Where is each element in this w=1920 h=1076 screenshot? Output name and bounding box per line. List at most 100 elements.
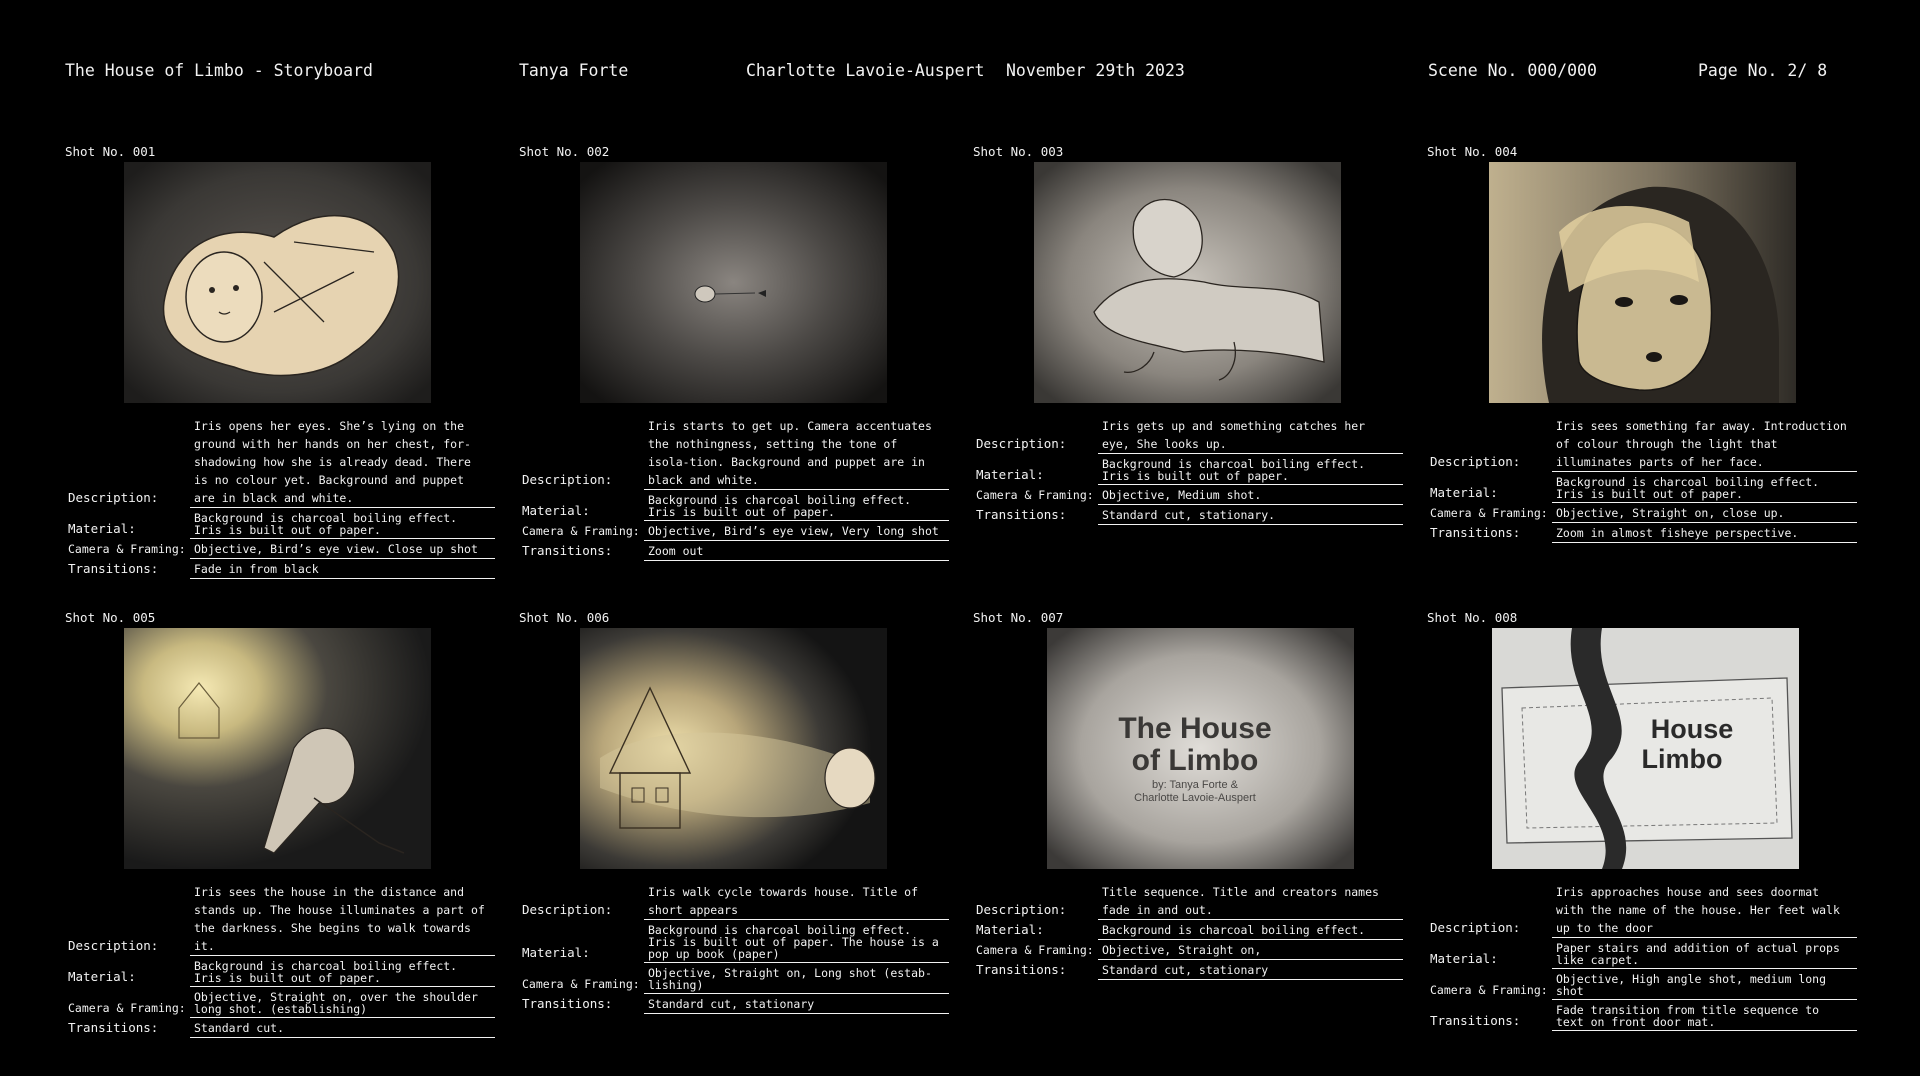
transitions-label: Transitions: xyxy=(976,507,1067,522)
material-value: Background is charcoal boiling effect. I… xyxy=(1552,474,1857,503)
credit-line-1: by: Tanya Forte & xyxy=(1152,779,1239,791)
camera-label: Camera & Framing: xyxy=(1430,983,1548,997)
camera-value: Objective, Straight on, over the shoulde… xyxy=(190,989,495,1018)
shot-image: House Limbo xyxy=(1492,628,1799,869)
walk-to-house-illustration xyxy=(580,628,887,869)
author-2: Charlotte Lavoie-Auspert xyxy=(746,61,985,80)
title-card-illustration: The House of Limbo by: Tanya Forte & Cha… xyxy=(1047,628,1354,869)
material-value: Background is charcoal boiling effect. I… xyxy=(190,958,495,987)
shot-fields: Description: Title sequence. Title and cr… xyxy=(973,883,1403,982)
transitions-value: Standard cut, stationary xyxy=(644,996,949,1014)
material-label: Material: xyxy=(1430,485,1498,500)
transitions-label: Transitions: xyxy=(1430,525,1521,540)
storyboard-title: The House of Limbo - Storyboard xyxy=(65,61,373,80)
shot-image xyxy=(124,628,431,869)
transitions-label: Transitions: xyxy=(68,1020,159,1035)
shot-label: Shot No. 005 xyxy=(65,610,156,625)
shot-fields: Description: Iris gets up and something c… xyxy=(973,417,1403,527)
description-value: Iris sees something far away. Introducti… xyxy=(1552,417,1857,472)
charcoal-void-illustration xyxy=(580,162,887,403)
camera-value: Objective, Bird’s eye view. Close up sho… xyxy=(190,541,495,559)
shot-label: Shot No. 002 xyxy=(519,144,610,159)
shot-fields: Description: Iris sees something far away… xyxy=(1427,417,1857,545)
material-label: Material: xyxy=(522,945,590,960)
description-label: Description: xyxy=(522,902,613,917)
shot-label: Shot No. 007 xyxy=(973,610,1064,625)
transitions-value: Standard cut, stationary. xyxy=(1098,507,1403,525)
shot-fields: Description: Iris walk cycle towards hous… xyxy=(519,883,949,1016)
description-label: Description: xyxy=(68,490,159,505)
shot-fields: Description: Iris opens her eyes. She’s l… xyxy=(65,417,495,581)
scene-number: Scene No. 000/000 xyxy=(1428,61,1597,80)
description-label: Description: xyxy=(522,472,613,487)
description-value: Iris sees the house in the distance and … xyxy=(190,883,495,956)
transitions-value: Fade transition from title sequence to t… xyxy=(1552,1002,1857,1031)
transitions-value: Standard cut. xyxy=(190,1020,495,1038)
camera-label: Camera & Framing: xyxy=(522,977,640,991)
shot-image xyxy=(580,162,887,403)
transitions-value: Fade in from black xyxy=(190,561,495,579)
shot-fields: Description: Iris sees the house in the d… xyxy=(65,883,495,1040)
description-label: Description: xyxy=(1430,454,1521,469)
shot-label: Shot No. 003 xyxy=(973,144,1064,159)
shot-label: Shot No. 004 xyxy=(1427,144,1518,159)
transitions-value: Standard cut, stationary xyxy=(1098,962,1403,980)
author-1: Tanya Forte xyxy=(519,61,629,80)
description-value: Title sequence. Title and creators names… xyxy=(1098,883,1403,920)
transitions-label: Transitions: xyxy=(976,962,1067,977)
shot-label: Shot No. 006 xyxy=(519,610,610,625)
description-label: Description: xyxy=(68,938,159,953)
material-label: Material: xyxy=(68,521,136,536)
iris-lying-illustration xyxy=(124,162,431,403)
shot-image xyxy=(1034,162,1341,403)
shot-panel: Shot No. 001 Description: Iris opens her … xyxy=(65,144,495,604)
description-label: Description: xyxy=(976,902,1067,917)
transitions-label: Transitions: xyxy=(522,996,613,1011)
camera-label: Camera & Framing: xyxy=(976,943,1094,957)
camera-label: Camera & Framing: xyxy=(522,524,640,538)
shot-image xyxy=(1489,162,1796,403)
transitions-label: Transitions: xyxy=(68,561,159,576)
doormat-text-line-2: Limbo xyxy=(1642,744,1723,774)
shot-fields: Description: Iris approaches house and se… xyxy=(1427,883,1857,1033)
doormat-text-line-1: House xyxy=(1651,714,1734,744)
camera-label: Camera & Framing: xyxy=(68,542,186,556)
material-label: Material: xyxy=(522,503,590,518)
transitions-label: Transitions: xyxy=(1430,1013,1521,1028)
iris-face-closeup-illustration xyxy=(1489,162,1796,403)
shot-panel: Shot No. 008 House Limbo Description: Iri… xyxy=(1427,610,1857,1070)
transitions-value: Zoom in almost fisheye perspective. xyxy=(1552,525,1857,543)
title-line-1: The House xyxy=(1118,712,1271,745)
house-in-distance-illustration xyxy=(124,628,431,869)
material-value: Background is charcoal boiling effect. I… xyxy=(1098,456,1403,485)
shot-panel: Shot No. 005 Description: Iris sees the h… xyxy=(65,610,495,1070)
shot-panel: Shot No. 007 The House of Limbo by: Tany… xyxy=(973,610,1403,1070)
description-label: Description: xyxy=(976,436,1067,451)
doormat-illustration: House Limbo xyxy=(1492,628,1799,869)
shot-fields: Description: Iris starts to get up. Camer… xyxy=(519,417,949,563)
shot-panel: Shot No. 002 Description: Iris starts to … xyxy=(519,144,949,604)
camera-value: Objective, Straight on, close up. xyxy=(1552,505,1857,523)
camera-value: Objective, High angle shot, medium long … xyxy=(1552,971,1857,1000)
description-value: Iris starts to get up. Camera accentuate… xyxy=(644,417,949,490)
title-line-2: of Limbo xyxy=(1132,744,1259,777)
shot-image xyxy=(124,162,431,403)
material-value: Background is charcoal boiling effect. I… xyxy=(190,510,495,539)
camera-label: Camera & Framing: xyxy=(976,488,1094,502)
description-value: Iris walk cycle towards house. Title of … xyxy=(644,883,949,920)
iris-getting-up-illustration xyxy=(1034,162,1341,403)
page-number: Page No. 2/ 8 xyxy=(1698,61,1828,80)
camera-value: Objective, Straight on, Long shot (estab… xyxy=(644,965,949,994)
camera-value: Objective, Medium shot. xyxy=(1098,487,1403,505)
shot-panel: Shot No. 004 Description: Iris sees somet… xyxy=(1427,144,1857,604)
credit-line-2: Charlotte Lavoie-Auspert xyxy=(1134,792,1256,804)
shot-label: Shot No. 001 xyxy=(65,144,156,159)
shot-image: The House of Limbo by: Tanya Forte & Cha… xyxy=(1047,628,1354,869)
camera-label: Camera & Framing: xyxy=(1430,506,1548,520)
material-label: Material: xyxy=(1430,951,1498,966)
description-label: Description: xyxy=(1430,920,1521,935)
camera-label: Camera & Framing: xyxy=(68,1001,186,1015)
material-value: Paper stairs and addition of actual prop… xyxy=(1552,940,1857,969)
material-value: Background is charcoal boiling effect. I… xyxy=(644,922,949,963)
shot-panel: Shot No. 006 Description: Iris walk cycle… xyxy=(519,610,949,1070)
